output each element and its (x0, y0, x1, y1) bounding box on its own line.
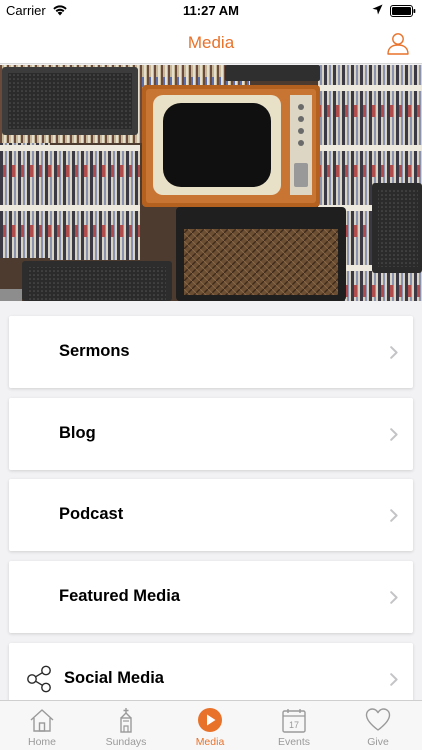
calendar-icon: 17 (282, 709, 306, 733)
tab-media[interactable]: Media (168, 701, 252, 750)
menu-item-blog[interactable]: Blog (9, 398, 413, 470)
tab-bar: Home Sundays Media 17 Events Give (0, 700, 422, 750)
menu-item-label: Social Media (64, 669, 164, 687)
status-bar: Carrier 11:27 AM (0, 0, 422, 22)
tab-label: Media (195, 736, 225, 748)
hero-image (0, 65, 422, 301)
menu-item-podcast[interactable]: Podcast (9, 479, 413, 551)
share-icon (27, 665, 51, 693)
navigation-bar: Media (0, 22, 422, 64)
heart-icon (365, 708, 391, 731)
tab-label: Give (367, 736, 389, 748)
menu-item-sermons[interactable]: Sermons (9, 316, 413, 388)
wifi-icon (53, 5, 67, 16)
menu-item-featured-media[interactable]: Featured Media (9, 561, 413, 633)
chevron-right-icon (390, 673, 398, 686)
play-circle-icon (198, 708, 222, 732)
calendar-day: 17 (289, 720, 299, 730)
chevron-right-icon (390, 591, 398, 604)
tab-sundays[interactable]: Sundays (84, 701, 168, 750)
person-icon[interactable] (386, 31, 410, 55)
menu-item-label: Featured Media (59, 587, 181, 605)
menu-item-label: Blog (59, 424, 96, 442)
media-collage-image (0, 65, 422, 301)
battery-icon (390, 5, 416, 17)
page-title: Media (187, 33, 235, 52)
location-arrow-icon (372, 4, 383, 15)
menu-item-label: Podcast (59, 505, 124, 523)
carrier-label: Carrier (6, 3, 46, 18)
chevron-right-icon (390, 428, 398, 441)
menu-item-label: Sermons (59, 342, 130, 360)
tab-label: Events (277, 736, 311, 748)
tab-label: Home (27, 736, 56, 748)
tab-label: Sundays (105, 736, 147, 748)
tab-home[interactable]: Home (0, 701, 84, 750)
church-icon (120, 708, 132, 733)
tab-give[interactable]: Give (336, 701, 420, 750)
tab-events[interactable]: 17 Events (252, 701, 336, 750)
chevron-right-icon (390, 509, 398, 522)
chevron-right-icon (390, 346, 398, 359)
house-icon (30, 709, 54, 732)
